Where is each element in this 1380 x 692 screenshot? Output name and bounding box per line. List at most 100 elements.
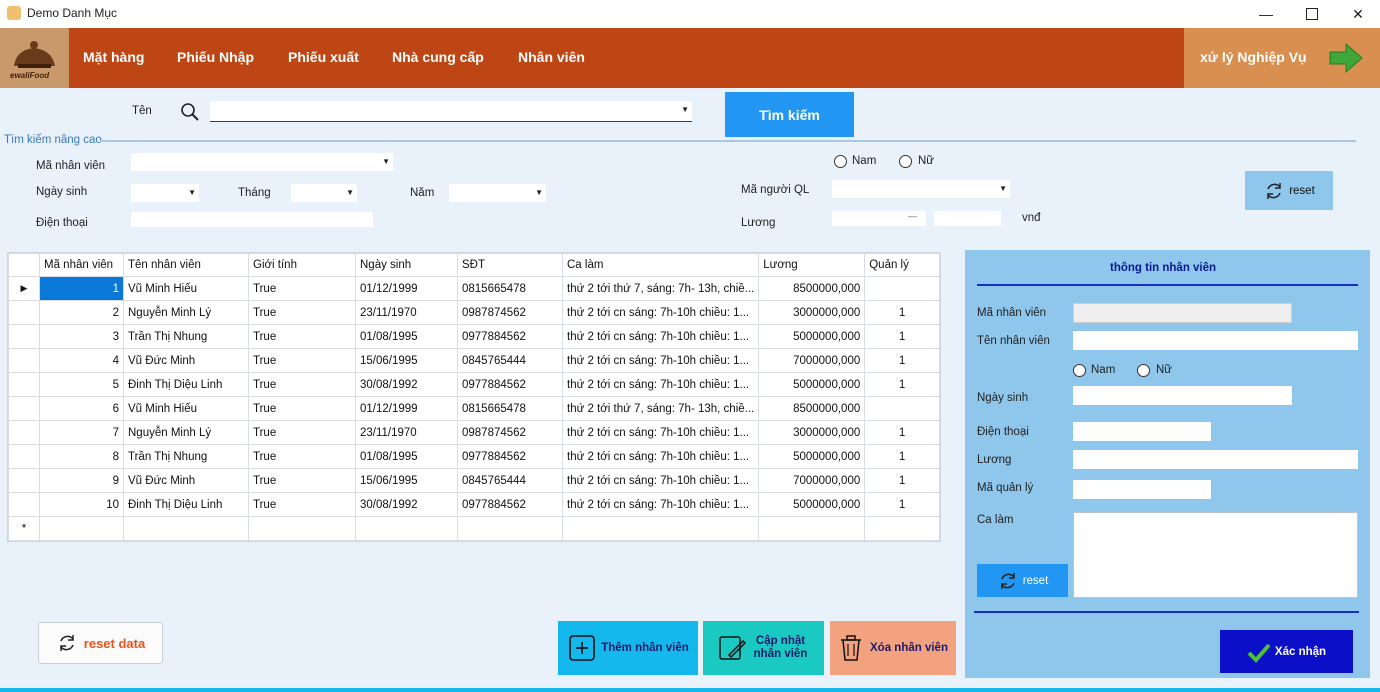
cell-sdt[interactable]: 0845765444 (457, 348, 563, 373)
cell-ten-nhan-vien[interactable]: Trần Thị Nhung (123, 324, 249, 349)
cell-ca-lam[interactable]: thứ 2 tới cn sáng: 7h-10h chiều: 1... (561, 300, 760, 325)
cell-gioi-tinh[interactable]: True (248, 372, 356, 397)
employee-id-combo[interactable]: ▼ (131, 153, 393, 171)
search-female-radio[interactable] (899, 155, 912, 168)
cell-ca-lam[interactable]: thứ 2 tới cn sáng: 7h-10h chiều: 1... (561, 372, 760, 397)
cell-gioi-tinh[interactable]: True (248, 468, 356, 493)
cell-gioi-tinh[interactable]: True (248, 324, 356, 349)
cell-ma-nhan-vien[interactable]: 9 (39, 468, 124, 493)
day-combo[interactable]: ▼ (131, 184, 199, 202)
cell-ma-nhan-vien[interactable]: 8 (39, 444, 124, 469)
new-row-cell[interactable] (561, 516, 760, 541)
cell-luong[interactable]: 3000000,000 (758, 300, 866, 325)
cell-luong[interactable]: 7000000,000 (758, 348, 866, 373)
cell-ngay-sinh[interactable]: 30/08/1992 (355, 372, 458, 397)
row-header[interactable] (8, 300, 40, 325)
panel-name-input[interactable] (1073, 331, 1358, 350)
menu-phieu-nhap[interactable]: Phiếu Nhập (177, 49, 254, 65)
confirm-button[interactable]: Xác nhận (1220, 630, 1353, 673)
cell-sdt[interactable]: 0845765444 (457, 468, 563, 493)
add-employee-button[interactable]: Thêm nhân viên (558, 621, 698, 675)
panel-dob-input[interactable] (1073, 386, 1292, 405)
cell-ca-lam[interactable]: thứ 2 tới thứ 7, sáng: 7h- 13h, chiề... (561, 276, 760, 301)
col-header-sdt[interactable]: SĐT (457, 253, 563, 277)
manager-id-combo[interactable]: ▼ (832, 180, 1010, 198)
cell-ma-nhan-vien[interactable]: 7 (39, 420, 124, 445)
cell-ca-lam[interactable]: thứ 2 tới cn sáng: 7h-10h chiều: 1... (561, 492, 760, 517)
cell-gioi-tinh[interactable]: True (248, 348, 356, 373)
row-header[interactable] (8, 492, 40, 517)
cell-ca-lam[interactable]: thứ 2 tới cn sáng: 7h-10h chiều: 1... (561, 468, 760, 493)
cell-luong[interactable]: 7000000,000 (758, 468, 866, 493)
cell-sdt[interactable]: 0987874562 (457, 420, 563, 445)
table-row[interactable]: 9 Vũ Đức Minh True 15/06/1995 0845765444 thứ … (8, 468, 940, 493)
cell-ngay-sinh[interactable]: 15/06/1995 (355, 468, 458, 493)
row-header[interactable]: ▶ (8, 276, 40, 301)
col-header-gioi-tinh[interactable]: Giới tính (248, 253, 356, 277)
cell-ma-nhan-vien[interactable]: 1 (39, 276, 124, 301)
row-header[interactable] (8, 348, 40, 373)
cell-ca-lam[interactable]: thứ 2 tới cn sáng: 7h-10h chiều: 1... (561, 420, 760, 445)
new-row-cell[interactable] (248, 516, 356, 541)
new-row-cell[interactable] (39, 516, 124, 541)
table-row[interactable]: ▶ 1 Vũ Minh Hiếu True 01/12/1999 0815665478th… (8, 276, 940, 301)
col-header-ca-lam[interactable]: Ca làm (561, 253, 760, 277)
cell-quan-ly[interactable]: 1 (864, 348, 940, 373)
cell-gioi-tinh[interactable]: True (248, 492, 356, 517)
cell-sdt[interactable]: 0977884562 (457, 372, 563, 397)
maximize-icon[interactable] (1289, 0, 1335, 28)
cell-luong[interactable]: 8500000,000 (758, 396, 866, 421)
cell-quan-ly[interactable]: 1 (864, 492, 940, 517)
month-combo[interactable]: ▼ (291, 184, 357, 202)
cell-luong[interactable]: 3000000,000 (758, 420, 866, 445)
col-header-luong[interactable]: Lương (758, 253, 866, 277)
cell-sdt[interactable]: 0815665478 (457, 276, 563, 301)
cell-ngay-sinh[interactable]: 01/12/1999 (355, 276, 458, 301)
new-row-cell[interactable] (457, 516, 563, 541)
salary-to-input[interactable] (934, 211, 1001, 226)
cell-ma-nhan-vien[interactable]: 4 (39, 348, 124, 373)
cell-ngay-sinh[interactable]: 23/11/1970 (355, 420, 458, 445)
new-row-cell[interactable] (758, 516, 866, 541)
panel-reset-button[interactable]: reset (977, 564, 1068, 597)
delete-employee-button[interactable]: Xóa nhân viên (830, 621, 956, 675)
row-header[interactable] (8, 324, 40, 349)
table-row[interactable]: 5 Đinh Thị Diệu Linh True 30/08/1992 0977884… (8, 372, 940, 397)
cell-ngay-sinh[interactable]: 01/08/1995 (355, 444, 458, 469)
cell-ten-nhan-vien[interactable]: Đinh Thị Diệu Linh (123, 372, 249, 397)
cell-quan-ly[interactable] (864, 276, 940, 301)
cell-gioi-tinh[interactable]: True (248, 444, 356, 469)
cell-ca-lam[interactable]: thứ 2 tới cn sáng: 7h-10h chiều: 1... (561, 444, 760, 469)
cell-ca-lam[interactable]: thứ 2 tới cn sáng: 7h-10h chiều: 1... (561, 348, 760, 373)
panel-shift-textarea[interactable] (1073, 512, 1358, 598)
col-header-quan-ly[interactable]: Quản lý (864, 253, 940, 277)
cell-ngay-sinh[interactable]: 23/11/1970 (355, 300, 458, 325)
cell-quan-ly[interactable]: 1 (864, 300, 940, 325)
panel-phone-input[interactable] (1073, 422, 1211, 441)
year-combo[interactable]: ▼ (449, 184, 546, 202)
new-row[interactable]: * (8, 516, 940, 541)
cell-ten-nhan-vien[interactable]: Nguyễn Minh Lý (123, 420, 249, 445)
minimize-icon[interactable]: — (1243, 0, 1289, 28)
row-header[interactable] (8, 420, 40, 445)
cell-ma-nhan-vien[interactable]: 5 (39, 372, 124, 397)
menu-nha-cung-cap[interactable]: Nhà cung cấp (392, 49, 484, 65)
table-row[interactable]: 8 Trần Thị Nhung True 01/08/1995 0977884562 t… (8, 444, 940, 469)
search-male-radio[interactable] (834, 155, 847, 168)
row-header[interactable] (8, 372, 40, 397)
cell-ngay-sinh[interactable]: 01/12/1999 (355, 396, 458, 421)
row-header[interactable] (8, 444, 40, 469)
table-row[interactable]: 10 Đinh Thị Diệu Linh True 30/08/1992 097788… (8, 492, 940, 517)
new-row-cell[interactable] (123, 516, 249, 541)
cell-ten-nhan-vien[interactable]: Vũ Đức Minh (123, 468, 249, 493)
phone-input[interactable] (131, 212, 373, 227)
cell-gioi-tinh[interactable]: True (248, 396, 356, 421)
cell-ma-nhan-vien[interactable]: 2 (39, 300, 124, 325)
col-header-ngay-sinh[interactable]: Ngày sinh (355, 253, 458, 277)
cell-sdt[interactable]: 0977884562 (457, 444, 563, 469)
table-row[interactable]: 4 Vũ Đức Minh True 15/06/1995 0845765444 thứ … (8, 348, 940, 373)
cell-quan-ly[interactable]: 1 (864, 420, 940, 445)
cell-ten-nhan-vien[interactable]: Nguyễn Minh Lý (123, 300, 249, 325)
cell-luong[interactable]: 5000000,000 (758, 324, 866, 349)
table-row[interactable]: 7 Nguyễn Minh Lý True 23/11/1970 0987874562 t… (8, 420, 940, 445)
